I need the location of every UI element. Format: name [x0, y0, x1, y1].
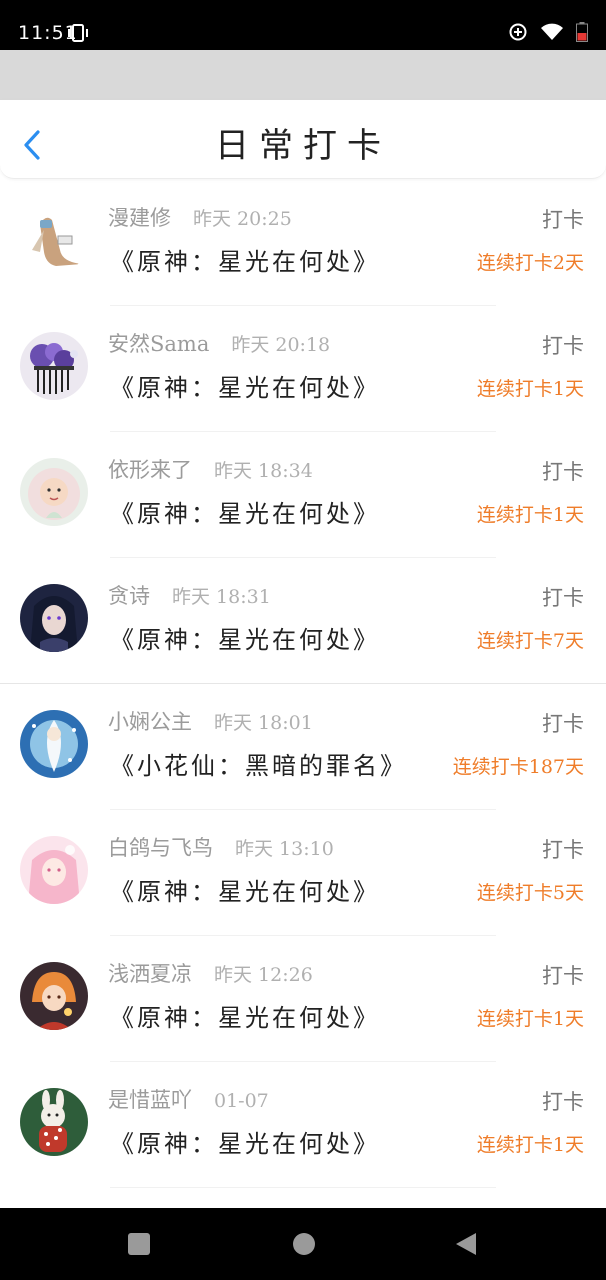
streak-label: 连续打卡7天 [476, 630, 584, 652]
avatar [20, 836, 88, 904]
list-item[interactable]: 浅洒夏凉 昨天 12:26 《原神：星光在何处》 打卡 连续打卡1天 [0, 936, 606, 1062]
avatar [20, 584, 88, 652]
list-item[interactable]: 是惜蓝吖 01-07 《原神：星光在何处》 打卡 连续打卡1天 [0, 1062, 606, 1188]
streak-label: 连续打卡1天 [476, 378, 584, 400]
checkin-button[interactable]: 打卡 [542, 834, 584, 864]
checkin-button[interactable]: 打卡 [542, 708, 584, 738]
book-title: 《原神：星光在何处》 [110, 1004, 380, 1032]
book-title: 《原神：星光在何处》 [110, 500, 380, 528]
book-title: 《原神：星光在何处》 [110, 248, 380, 276]
user-name: 贪诗 昨天 18:31 [108, 584, 271, 608]
nav-recents-icon[interactable] [127, 1232, 151, 1256]
checkin-time: 昨天 18:01 [214, 712, 313, 734]
user-name: 白鸽与飞鸟 昨天 13:10 [108, 836, 334, 860]
list-item[interactable]: 安然Sama 昨天 20:18 《原神：星光在何处》 打卡 连续打卡1天 [0, 306, 606, 432]
nav-back-icon[interactable] [454, 1232, 478, 1256]
divider [110, 1187, 496, 1188]
avatar [20, 206, 88, 274]
page-title: 日常打卡 [215, 126, 391, 166]
checkin-button[interactable]: 打卡 [542, 204, 584, 234]
list-item[interactable]: 贪诗 昨天 18:31 《原神：星光在何处》 打卡 连续打卡7天 [0, 558, 606, 684]
checkin-time: 昨天 20:25 [193, 208, 292, 230]
streak-label: 连续打卡187天 [452, 756, 584, 778]
checkin-time: 昨天 18:31 [172, 586, 271, 608]
battery-icon [576, 22, 588, 42]
user-name: 小娴公主 昨天 18:01 [108, 710, 313, 734]
wifi-icon [541, 23, 563, 40]
avatar [20, 710, 88, 778]
vibrate-icon [68, 24, 88, 42]
list-item[interactable]: 漫建修 昨天 20:25 《原神：星光在何处》 打卡 连续打卡2天 [0, 180, 606, 306]
avatar [20, 1088, 88, 1156]
top-gray-band [0, 50, 606, 100]
avatar [20, 332, 88, 400]
checkin-time: 昨天 20:18 [231, 334, 331, 356]
user-name: 是惜蓝吖 01-07 [108, 1088, 269, 1112]
page-header: 日常打卡 [0, 100, 606, 179]
checkin-button[interactable]: 打卡 [542, 582, 584, 612]
book-title: 《原神：星光在何处》 [110, 1130, 380, 1158]
checkin-time: 昨天 13:10 [235, 838, 334, 860]
book-title: 《原神：星光在何处》 [110, 878, 380, 906]
checkin-list: 漫建修 昨天 20:25 《原神：星光在何处》 打卡 连续打卡2天 安然Sama 昨… [0, 180, 606, 1188]
streak-label: 连续打卡1天 [476, 1008, 584, 1030]
user-name: 漫建修 昨天 20:25 [108, 206, 292, 230]
streak-label: 连续打卡5天 [476, 882, 584, 904]
nav-home-icon[interactable] [292, 1232, 316, 1256]
book-title: 《原神：星光在何处》 [110, 626, 380, 654]
streak-label: 连续打卡1天 [476, 1134, 584, 1156]
checkin-button[interactable]: 打卡 [542, 330, 584, 360]
status-bar: 11:51 [0, 0, 606, 50]
book-title: 《小花仙：黑暗的罪名》 [110, 752, 407, 780]
checkin-time: 昨天 18:34 [214, 460, 313, 482]
streak-label: 连续打卡2天 [476, 252, 584, 274]
avatar [20, 458, 88, 526]
avatar [20, 962, 88, 1030]
checkin-button[interactable]: 打卡 [542, 456, 584, 486]
book-title: 《原神：星光在何处》 [110, 374, 380, 402]
checkin-button[interactable]: 打卡 [542, 1086, 584, 1116]
list-item[interactable]: 小娴公主 昨天 18:01 《小花仙：黑暗的罪名》 打卡 连续打卡187天 [0, 684, 606, 810]
user-name: 浅洒夏凉 昨天 12:26 [108, 962, 313, 986]
list-item[interactable]: 白鸽与飞鸟 昨天 13:10 《原神：星光在何处》 打卡 连续打卡5天 [0, 810, 606, 936]
user-name: 安然Sama 昨天 20:18 [108, 332, 331, 356]
list-item[interactable]: 依形来了 昨天 18:34 《原神：星光在何处》 打卡 连续打卡1天 [0, 432, 606, 558]
streak-label: 连续打卡1天 [476, 504, 584, 526]
user-name: 依形来了 昨天 18:34 [108, 458, 313, 482]
checkin-button[interactable]: 打卡 [542, 960, 584, 990]
data-saver-icon [509, 23, 527, 41]
checkin-time: 昨天 12:26 [214, 964, 313, 986]
checkin-time: 01-07 [214, 1090, 269, 1112]
system-nav-bar [0, 1208, 606, 1280]
